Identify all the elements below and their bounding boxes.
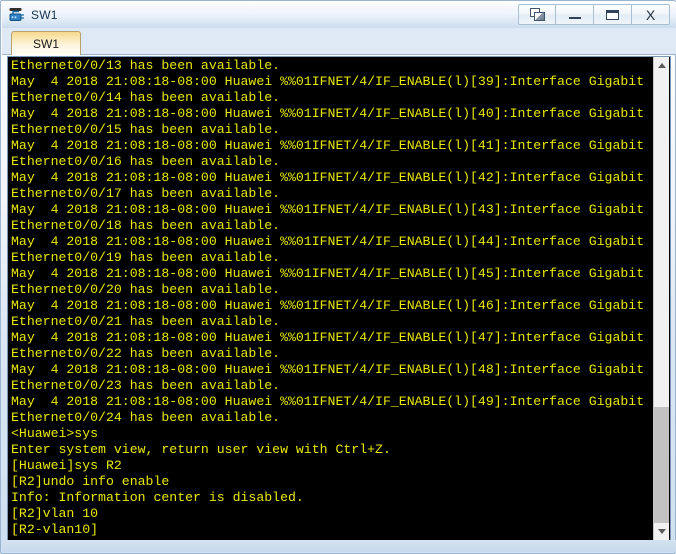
scrollbar-down-button[interactable] [654, 523, 669, 540]
terminal-line: May 4 2018 21:08:18-08:00 Huawei %%01IFN… [11, 394, 645, 409]
minimize-icon [568, 17, 581, 19]
chevron-up-icon [657, 63, 666, 68]
scrollbar-up-button[interactable] [654, 57, 669, 74]
terminal-line: May 4 2018 21:08:18-08:00 Huawei %%01IFN… [11, 266, 645, 281]
terminal-line: <Huawei>sys [11, 426, 99, 441]
window-title: SW1 [31, 8, 58, 22]
terminal-line: Enter system view, return user view with… [11, 442, 391, 457]
terminal-line: [Huawei]sys R2 [11, 458, 122, 473]
terminal-frame: CHENGLIAN 十堰诚联 Ethernet0/0/13 has been a… [7, 56, 671, 541]
terminal-line: Info: Information center is disabled. [11, 490, 304, 505]
terminal-line: May 4 2018 21:08:18-08:00 Huawei %%01IFN… [11, 298, 645, 313]
terminal-line: May 4 2018 21:08:18-08:00 Huawei %%01IFN… [11, 234, 645, 249]
terminal-line: [R2]undo info enable [11, 474, 170, 489]
terminal-line: [R2]vlan 10 [11, 506, 99, 521]
terminal-line: May 4 2018 21:08:18-08:00 Huawei %%01IFN… [11, 138, 645, 153]
terminal-line: May 4 2018 21:08:18-08:00 Huawei %%01IFN… [11, 330, 645, 345]
tab-label: SW1 [32, 36, 59, 51]
chevron-down-icon [657, 529, 666, 534]
terminal-line: Ethernet0/0/14 has been available. [11, 90, 281, 105]
terminal-line: May 4 2018 21:08:18-08:00 Huawei %%01IFN… [11, 170, 645, 185]
scrollbar-thumb[interactable] [654, 407, 669, 523]
terminal-line: Ethernet0/0/20 has been available. [11, 282, 281, 297]
terminal-line: May 4 2018 21:08:18-08:00 Huawei %%01IFN… [11, 74, 645, 89]
terminal-line: [R2-vlan10] [11, 522, 99, 537]
terminal-line: Ethernet0/0/15 has been available. [11, 122, 281, 137]
maximize-button[interactable] [594, 4, 632, 25]
terminal-line: May 4 2018 21:08:18-08:00 Huawei %%01IFN… [11, 106, 645, 121]
window-controls: X [518, 4, 670, 25]
terminal-line: Ethernet0/0/16 has been available. [11, 154, 281, 169]
terminal-line: May 4 2018 21:08:18-08:00 Huawei %%01IFN… [11, 202, 645, 217]
terminal-line: Ethernet0/0/18 has been available. [11, 218, 281, 233]
restore-button[interactable] [518, 4, 556, 25]
terminal-line: Ethernet0/0/24 has been available. [11, 410, 281, 425]
terminal-line: Ethernet0/0/21 has been available. [11, 314, 281, 329]
terminal-line: May 4 2018 21:08:18-08:00 Huawei %%01IFN… [11, 362, 645, 377]
cascade-icon [529, 8, 545, 21]
close-button[interactable]: X [632, 4, 670, 25]
tab-sw1[interactable]: SW1 [11, 31, 81, 55]
terminal-output[interactable]: Ethernet0/0/13 has been available. May 4 … [8, 57, 656, 540]
terminal-line: Ethernet0/0/23 has been available. [11, 378, 281, 393]
window-titlebar: SW1 X [2, 2, 676, 28]
terminal-line: Ethernet0/0/22 has been available. [11, 346, 281, 361]
maximize-icon [606, 9, 619, 20]
terminal-line: Ethernet0/0/13 has been available. [11, 58, 281, 73]
terminal-scrollbar[interactable] [653, 57, 669, 540]
tab-strip: SW1 [2, 28, 676, 55]
minimize-button[interactable] [556, 4, 594, 25]
terminal-line: Ethernet0/0/17 has been available. [11, 186, 281, 201]
terminal-window: SW1 X SW1 Ethernet0/0/13 has been availa… [0, 0, 676, 554]
switch-device-icon [8, 6, 26, 24]
window-bottom-strip [2, 540, 676, 552]
close-icon: X [645, 6, 656, 23]
terminal-line: Ethernet0/0/19 has been available. [11, 250, 281, 265]
